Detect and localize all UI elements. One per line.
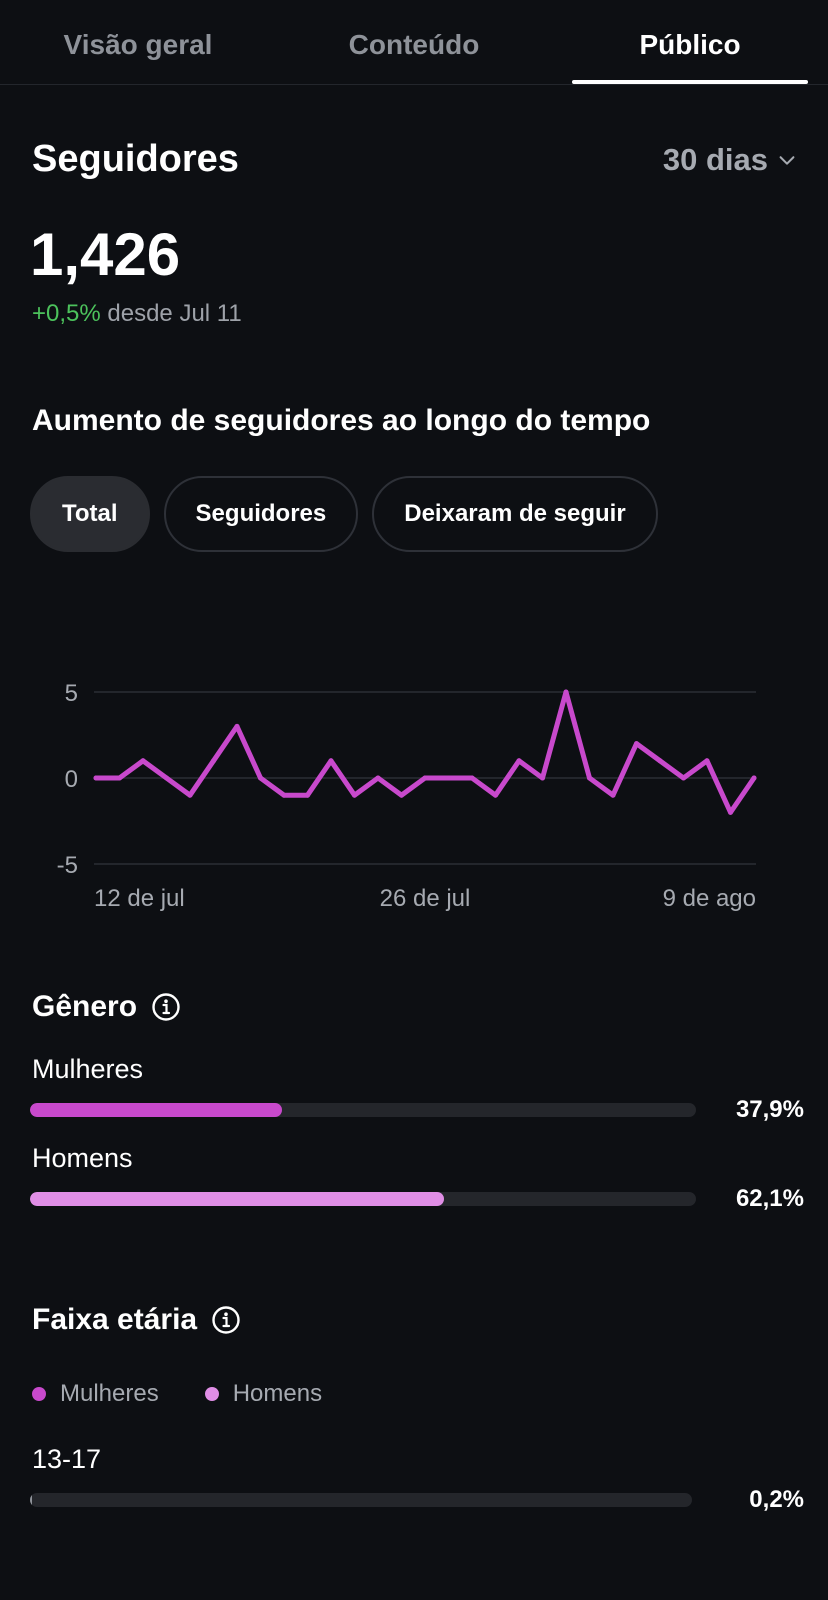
data-point	[211, 758, 216, 764]
age-title: Faixa etária	[32, 1303, 198, 1336]
age-group-bar	[30, 1493, 692, 1507]
data-point	[751, 775, 757, 781]
data-point	[657, 758, 663, 764]
data-point	[446, 775, 451, 781]
age-group-label: 13-17	[32, 1444, 102, 1474]
y-tick-label: 0	[65, 766, 78, 793]
info-icon[interactable]	[211, 1305, 241, 1335]
legend-dot-men	[204, 1387, 219, 1401]
legend-item-men: Homens	[204, 1380, 323, 1408]
legend-label-men: Homens	[232, 1380, 323, 1407]
age-group-pct: 0,2%	[749, 1486, 804, 1513]
legend-label-women: Mulheres	[60, 1380, 159, 1407]
gender-pct-women: 37,9%	[735, 1096, 804, 1123]
gender-label-women: Mulheres	[32, 1054, 144, 1084]
gender-bar-men-fill	[30, 1192, 444, 1206]
gender-bar-men	[30, 1192, 696, 1206]
follower-count: 1,426	[30, 221, 181, 288]
growth-title: Aumento de seguidores ao longo do tempo	[32, 404, 651, 437]
x-tick-label: 12 de jul	[94, 885, 185, 912]
y-tick-label: -5	[57, 852, 78, 879]
data-point	[375, 775, 381, 781]
growth-filter-chips: Total Seguidores Deixaram de seguir	[30, 476, 658, 552]
followers-title: Seguidores	[32, 138, 239, 180]
tab-audience[interactable]: Público	[552, 0, 828, 84]
data-point	[469, 775, 475, 781]
data-point	[140, 758, 146, 764]
data-point	[117, 775, 122, 781]
filter-chip-total[interactable]: Total	[30, 476, 150, 552]
gender-pct-men: 62,1%	[735, 1185, 804, 1212]
x-tick-label: 9 de ago	[663, 885, 756, 912]
filter-chip-followers[interactable]: Seguidores	[163, 476, 359, 552]
data-point	[258, 775, 263, 781]
gender-title: Gênero	[32, 990, 138, 1023]
gender-bar-women	[30, 1103, 696, 1117]
data-point	[187, 792, 193, 798]
data-point	[493, 792, 498, 798]
data-point	[540, 775, 545, 781]
age-group-bar-fill	[30, 1493, 32, 1507]
gender-label-men: Homens	[32, 1143, 133, 1173]
change-suffix: desde Jul 11	[107, 300, 242, 327]
change-value: +0,5%	[32, 300, 101, 327]
data-point	[610, 792, 616, 798]
data-point	[704, 758, 710, 764]
legend-item-women: Mulheres	[32, 1380, 159, 1408]
audience-screen: Visão geral Conteúdo Público Seguidores …	[0, 0, 828, 1600]
data-point	[516, 758, 522, 764]
age-legend: Mulheres Homens	[32, 1380, 322, 1408]
data-point	[93, 775, 99, 781]
data-point	[681, 775, 686, 781]
gender-bar-women-fill	[30, 1103, 283, 1117]
data-point	[422, 775, 428, 781]
series-line	[93, 689, 757, 815]
tab-overview[interactable]: Visão geral	[0, 0, 276, 84]
growth-line-chart: 5 0 -5 12 de jul 26 de jul 9 de ago	[57, 680, 757, 912]
gender-section-header: Gênero	[32, 990, 181, 1024]
data-point	[399, 792, 404, 798]
x-tick-label: 26 de jul	[380, 885, 471, 912]
age-section-header: Faixa etária	[32, 1303, 241, 1337]
data-point	[328, 758, 334, 764]
tab-content[interactable]: Conteúdo	[276, 0, 552, 84]
data-point	[281, 792, 287, 798]
follower-change: +0,5% desde Jul 11	[32, 300, 242, 328]
legend-dot-women	[32, 1387, 46, 1401]
data-point	[563, 689, 569, 695]
data-point	[728, 809, 733, 815]
chevron-down-icon	[779, 156, 795, 165]
data-point	[352, 792, 357, 798]
info-icon[interactable]	[151, 992, 181, 1022]
data-point	[164, 775, 169, 781]
data-point	[234, 723, 240, 729]
data-point	[305, 792, 310, 798]
data-point	[634, 741, 639, 747]
y-tick-label: 5	[65, 680, 78, 707]
data-point	[587, 775, 592, 781]
period-label: 30 dias	[662, 142, 768, 177]
tab-bar: Visão geral Conteúdo Público	[0, 0, 828, 85]
period-dropdown[interactable]: 30 dias	[663, 142, 798, 178]
filter-chip-unfollowed[interactable]: Deixaram de seguir	[372, 476, 658, 552]
